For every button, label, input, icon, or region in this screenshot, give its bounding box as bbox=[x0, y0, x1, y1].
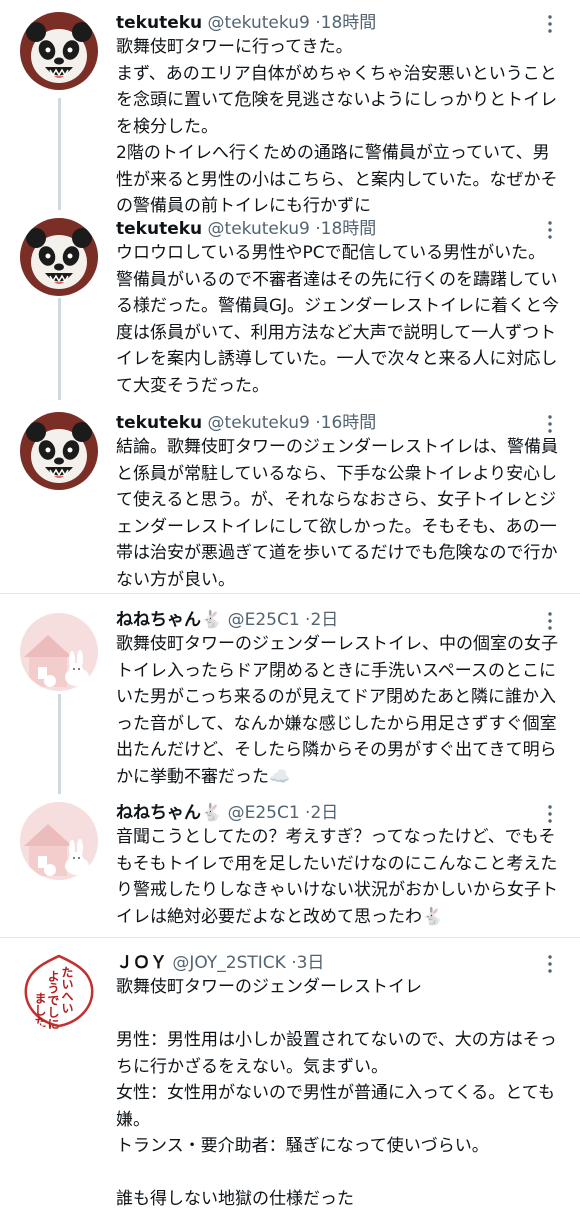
tweet-header: tekuteku @tekuteku9 ·18時間 bbox=[116, 216, 376, 242]
timestamp[interactable]: 18時間 bbox=[321, 219, 377, 239]
user-handle[interactable]: @tekuteku9 bbox=[208, 13, 310, 33]
tweet[interactable]: ねねちゃん🐇 @E25C1 ·2日 音聞こうとしてたの？考えすぎ？ってなったけど… bbox=[0, 800, 580, 930]
timestamp[interactable]: 18時間 bbox=[321, 13, 377, 33]
tweet-text: 歌舞伎町タワーのジェンダーレストイレ 男性：男性用は小しか設置されてないので、大… bbox=[116, 977, 557, 1209]
display-name[interactable]: ＪＯＹ bbox=[116, 953, 167, 973]
more-options-icon[interactable] bbox=[542, 220, 558, 240]
display-name[interactable]: ねねちゃん🐇 bbox=[116, 803, 222, 823]
tweet[interactable]: tekuteku @tekuteku9 ·18時間 歌舞伎町タワーに行ってきた。… bbox=[0, 10, 580, 216]
rabbit-house-avatar-icon[interactable] bbox=[20, 802, 98, 880]
tweet-header: ねねちゃん🐇 @E25C1 ·2日 bbox=[116, 607, 338, 633]
svg-text:たいへい: たいへい bbox=[60, 966, 74, 1014]
user-handle[interactable]: @tekuteku9 bbox=[208, 219, 310, 239]
tweet-text: 結論。歌舞伎町タワーのジェンダーレストイレは、警備員と係員が常駐しているなら、下… bbox=[116, 437, 558, 590]
calligraphy-avatar-icon[interactable]: ました ようでしに たいへい bbox=[20, 952, 98, 1030]
timestamp[interactable]: 16時間 bbox=[321, 413, 377, 433]
timestamp[interactable]: 2日 bbox=[310, 610, 338, 630]
more-options-icon[interactable] bbox=[542, 414, 558, 434]
user-handle[interactable]: @E25C1 bbox=[228, 803, 300, 823]
tweet[interactable]: tekuteku @tekuteku9 ·18時間 ウロウロしている男性やPCで… bbox=[0, 216, 580, 406]
tweet-header: ねねちゃん🐇 @E25C1 ·2日 bbox=[116, 800, 338, 826]
user-handle[interactable]: @JOY_2STICK bbox=[172, 953, 285, 973]
tweet-header: tekuteku @tekuteku9 ·16時間 bbox=[116, 410, 376, 436]
panda-avatar-icon[interactable] bbox=[20, 412, 98, 490]
user-handle[interactable]: @E25C1 bbox=[228, 610, 300, 630]
display-name[interactable]: tekuteku bbox=[116, 13, 202, 33]
svg-text:ようでしに: ようでしに bbox=[46, 970, 60, 1030]
tweet[interactable]: ました ようでしに たいへい ＪＯＹ @JOY_2STICK ·3日 歌舞伎町タ… bbox=[0, 950, 580, 1209]
more-options-icon[interactable] bbox=[542, 14, 558, 34]
divider bbox=[0, 937, 580, 938]
tweet-text: ウロウロしている男性やPCで配信している男性がいた。警備員がいるので不審者達はそ… bbox=[116, 243, 560, 396]
tweet-text: 歌舞伎町タワーのジェンダーレストイレ、中の個室の女子トイレ入ったらドア閉めるとき… bbox=[116, 634, 558, 787]
panda-avatar-icon[interactable] bbox=[20, 12, 98, 90]
rabbit-house-avatar-icon[interactable] bbox=[20, 613, 98, 691]
user-handle[interactable]: @tekuteku9 bbox=[208, 413, 310, 433]
tweet-header: ＪＯＹ @JOY_2STICK ·3日 bbox=[116, 950, 324, 976]
more-options-icon[interactable] bbox=[542, 954, 558, 974]
tweet-timeline: tekuteku @tekuteku9 ·18時間 歌舞伎町タワーに行ってきた。… bbox=[0, 0, 580, 1209]
tweet-text: 歌舞伎町タワーに行ってきた。 まず、あのエリア自体がめちゃくちゃ治安悪いというこ… bbox=[116, 37, 558, 216]
panda-avatar-icon[interactable] bbox=[20, 218, 98, 296]
display-name[interactable]: ねねちゃん🐇 bbox=[116, 610, 222, 630]
display-name[interactable]: tekuteku bbox=[116, 219, 202, 239]
tweet-text: 音聞こうとしてたの？考えすぎ？ってなったけど、でもそもそもトイレで用を足したいだ… bbox=[116, 827, 558, 927]
tweet-header: tekuteku @tekuteku9 ·18時間 bbox=[116, 10, 376, 36]
more-options-icon[interactable] bbox=[542, 804, 558, 824]
tweet[interactable]: ねねちゃん🐇 @E25C1 ·2日 歌舞伎町タワーのジェンダーレストイレ、中の個… bbox=[0, 607, 580, 792]
timestamp[interactable]: 3日 bbox=[297, 953, 325, 973]
svg-text:ました: ました bbox=[33, 992, 47, 1028]
display-name[interactable]: tekuteku bbox=[116, 413, 202, 433]
timestamp[interactable]: 2日 bbox=[310, 803, 338, 823]
divider bbox=[0, 593, 580, 594]
more-options-icon[interactable] bbox=[542, 611, 558, 631]
tweet[interactable]: tekuteku @tekuteku9 ·16時間 結論。歌舞伎町タワーのジェン… bbox=[0, 410, 580, 590]
